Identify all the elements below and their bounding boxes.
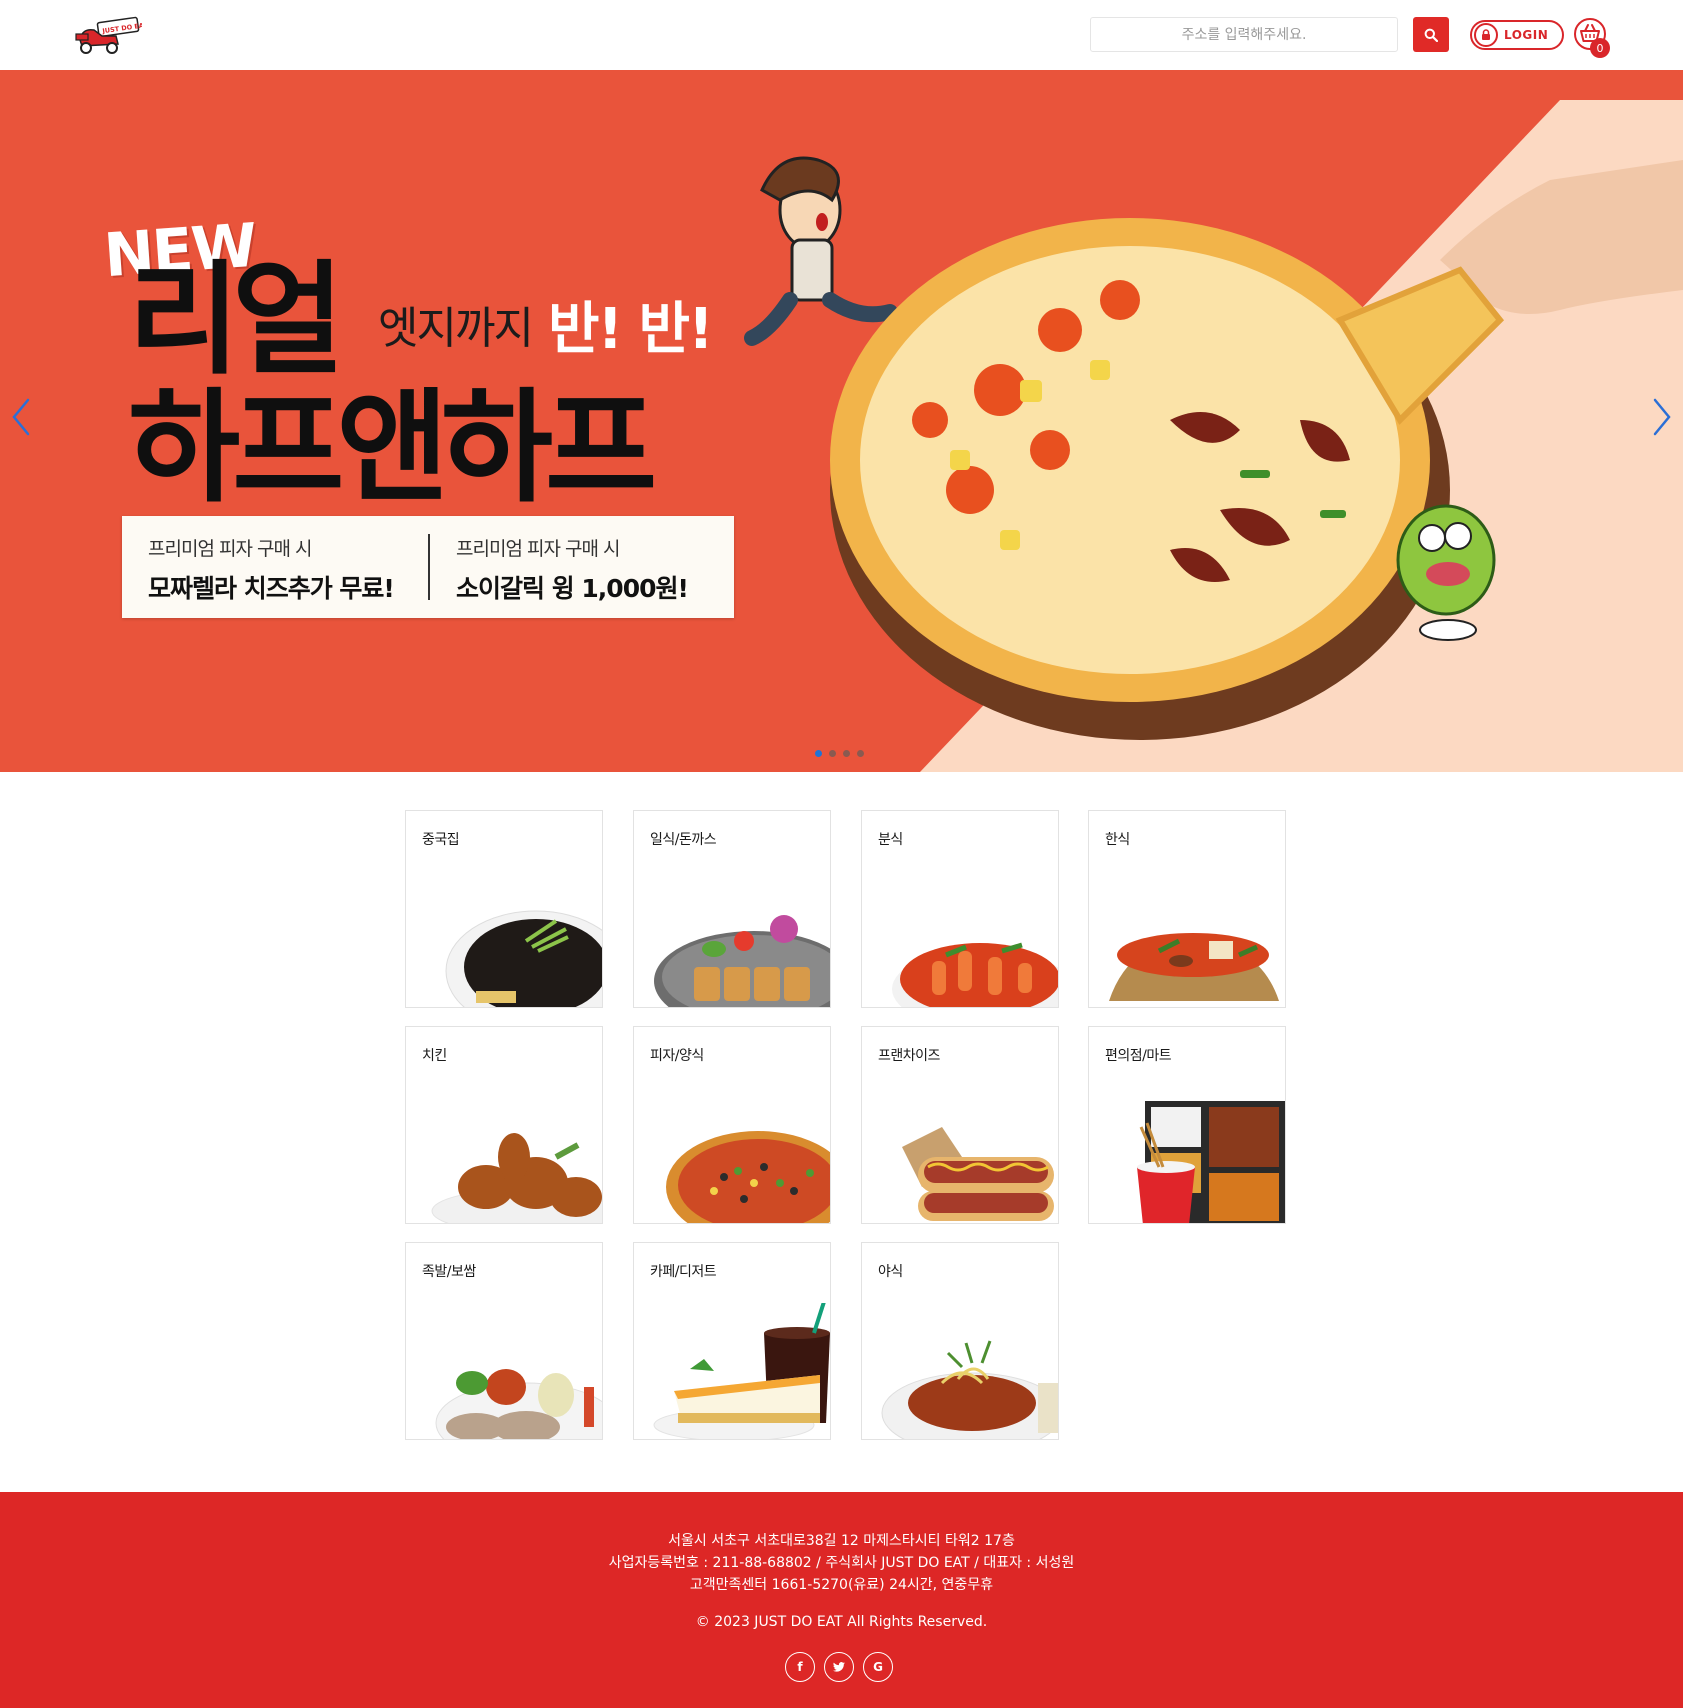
twitter-icon[interactable] [824,1652,854,1682]
banner-subtext: 엣지까지 [378,303,534,354]
cartoon-man-illustration [744,156,898,346]
category-card-japanese[interactable]: 일식/돈까스 [633,810,831,1008]
slider-dot-2[interactable] [829,750,836,757]
lock-icon [1474,23,1498,47]
facebook-icon[interactable]: f [785,1652,815,1682]
site-header: JUST DO EAT LOGIN 0 [0,0,1683,70]
category-label: 프랜차이즈 [878,1048,940,1064]
promo-item: 프리미엄 피자 구매 시 소이갈릭 윙 1,000원! [456,534,689,605]
cart-count-badge: 0 [1590,38,1610,58]
category-card-chicken[interactable]: 치킨 [405,1026,603,1224]
search-button[interactable] [1413,17,1449,52]
category-label: 족발/보쌈 [422,1264,476,1280]
promo-item: 프리미엄 피자 구매 시 모짜렐라 치즈추가 무료! [148,534,395,605]
slider-dot-3[interactable] [843,750,850,757]
promo-offer: 소이갈릭 윙 1,000원! [456,574,689,603]
stew-image [1109,933,1279,1001]
category-label: 카페/디저트 [650,1264,717,1280]
category-label: 편의점/마트 [1105,1048,1172,1064]
slider-dot-4[interactable] [857,750,864,757]
login-label: LOGIN [1504,28,1549,42]
previous-slide-arrow-icon[interactable] [6,392,36,442]
category-label: 한식 [1105,832,1130,848]
footer-social-links: f G [785,1652,893,1682]
green-dino-illustration [1396,504,1496,641]
category-card-bunsik[interactable]: 분식 [861,810,1059,1008]
category-card-chinese[interactable]: 중국집 [405,810,603,1008]
promo-offer: 모짜렐라 치즈추가 무료! [148,574,395,603]
category-card-franchise[interactable]: 프랜차이즈 [861,1026,1059,1224]
category-label: 분식 [878,832,903,848]
promo-box: 프리미엄 피자 구매 시 모짜렐라 치즈추가 무료! 프리미엄 피자 구매 시 … [122,516,734,618]
promo-divider [428,534,430,600]
site-footer: 서울시 서초구 서초대로38길 12 마제스타시티 타워2 17층 사업자등록번… [0,1492,1683,1708]
category-card-jokbal[interactable]: 족발/보쌈 [405,1242,603,1440]
category-label: 치킨 [422,1048,447,1064]
slider-dots [815,750,864,757]
category-card-korean[interactable]: 한식 [1088,810,1286,1008]
lunchbox-image [1137,1101,1285,1223]
tteokbokki-image [892,942,1058,1007]
category-card-cafe[interactable]: 카페/디저트 [633,1242,831,1440]
footer-business-info: 사업자등록번호 : 211-88-68802 / 주식회사 JUST DO EA… [608,1555,1075,1571]
category-label: 야식 [878,1264,903,1280]
late-night-dish-image [881,1340,1058,1439]
address-search-input[interactable] [1090,17,1398,52]
pizza-image [666,1131,830,1223]
login-button[interactable]: LOGIN [1470,20,1564,50]
fried-chicken-image [431,1133,602,1223]
hotdog-image [902,1127,1054,1221]
jajangmyeon-image [445,910,602,1007]
footer-copyright: © 2023 JUST DO EAT All Rights Reserved. [695,1614,988,1630]
promo-caption: 프리미엄 피자 구매 시 [456,538,620,560]
slider-dot-1[interactable] [815,750,822,757]
category-card-late-night[interactable]: 야식 [861,1242,1059,1440]
footer-address: 서울시 서초구 서초대로38길 12 마제스타시티 타워2 17층 [668,1533,1015,1549]
category-card-convenience[interactable]: 편의점/마트 [1088,1026,1286,1224]
cart-button[interactable]: 0 [1574,17,1610,58]
bossam-image [435,1369,602,1439]
footer-customer-center: 고객만족센터 1661-5270(유료) 24시간, 연중무휴 [689,1577,994,1593]
google-icon[interactable]: G [863,1652,893,1682]
banner-headline-line2: 하프앤하프 [128,377,657,519]
promo-caption: 프리미엄 피자 구매 시 [148,538,312,560]
next-slide-arrow-icon[interactable] [1647,392,1677,442]
category-label: 중국집 [422,832,460,848]
footer-company-info: 서울시 서초구 서초대로38길 12 마제스타시티 타워2 17층 사업자등록번… [0,1530,1683,1596]
banner-sub-emphasis: 반! 반! [548,297,714,362]
scooter-logo[interactable]: JUST DO EAT [72,14,142,56]
category-card-pizza[interactable]: 피자/양식 [633,1026,831,1224]
hero-banner-slider[interactable]: NEW 리얼 하프앤하프 엣지까지 반! 반! 프리미엄 피자 구매 시 모짜렐… [0,70,1683,772]
tonkatsu-image [654,915,830,1007]
search-icon [1424,28,1438,42]
category-label: 일식/돈까스 [650,832,717,848]
pizza-illustration [744,156,1683,740]
cake-coffee-image [653,1303,830,1439]
category-label: 피자/양식 [650,1048,704,1064]
